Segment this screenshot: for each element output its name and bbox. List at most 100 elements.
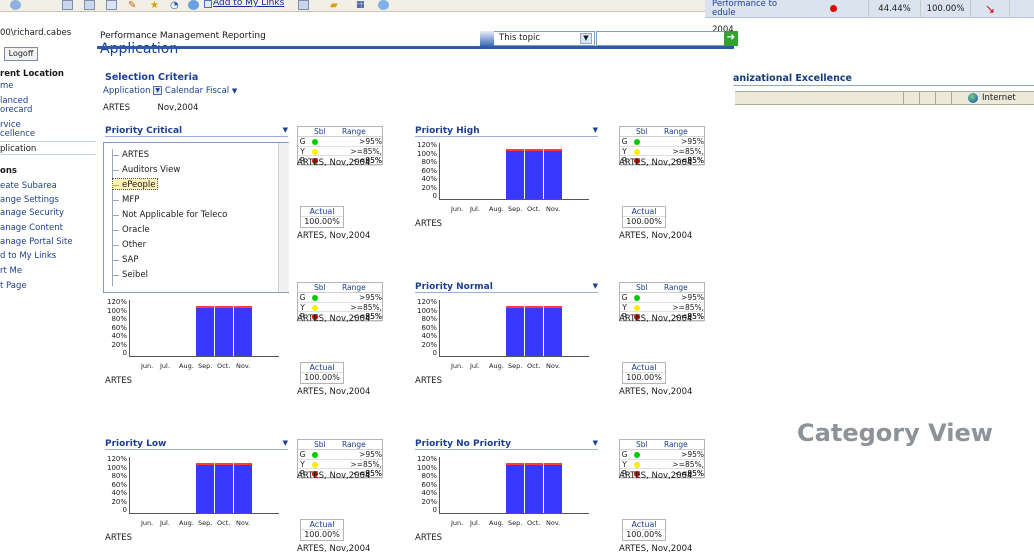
data-bar[interactable] (215, 462, 233, 513)
threshold-letter: Y (300, 146, 305, 156)
data-bar[interactable] (506, 305, 524, 356)
data-bar[interactable] (196, 305, 214, 356)
nav-link-application[interactable]: plication (0, 141, 96, 155)
chevron-down-icon[interactable]: ▼ (593, 282, 598, 290)
nav-action[interactable]: anage Content (0, 223, 63, 233)
threshold-row: G >95% (298, 450, 382, 460)
y-tick-label: 80% (111, 472, 127, 480)
chevron-down-icon[interactable]: ▼ (593, 126, 598, 134)
chevron-down-icon[interactable]: ▼ (580, 33, 592, 44)
back-icon[interactable] (10, 0, 21, 10)
y-tick-label: 0 (432, 506, 437, 514)
application-tree[interactable]: ARTES Auditors View ePeople MFP Not Appl… (103, 142, 289, 293)
chevron-down-icon[interactable]: ▼ (283, 126, 288, 134)
y-tick-label: 80% (421, 315, 437, 323)
y-axis (129, 300, 130, 356)
tree-item[interactable]: Auditors View (112, 165, 180, 175)
y-tick-label: 0 (432, 192, 437, 200)
nav-action[interactable]: anage Portal Site (0, 237, 73, 247)
data-bar[interactable] (525, 462, 543, 513)
history-icon[interactable]: ◔ (170, 0, 181, 11)
sbl-header: Sbl (636, 283, 648, 292)
actual-caption: ARTES, Nov,2004 (619, 544, 693, 554)
page-icon[interactable] (84, 0, 95, 10)
x-tick-label: Oct. (217, 362, 231, 370)
range-header: Range (342, 127, 366, 136)
y-tick-label: 20% (421, 183, 437, 192)
y-axis (439, 300, 440, 356)
tree-item[interactable]: Not Applicable for Teleco (112, 210, 227, 220)
actual-value: 100.00% (304, 530, 340, 539)
performance-link[interactable]: Performance to edule (712, 0, 822, 18)
y-tick-label: 0 (122, 349, 127, 357)
tree-item[interactable]: Oracle (112, 225, 150, 235)
category-view-label: Category View (797, 419, 993, 447)
y-tick-label: 100% (106, 306, 127, 315)
data-bar[interactable] (234, 462, 252, 513)
range-header: Range (664, 440, 688, 449)
actual-box: Actual 100.00% (622, 206, 666, 228)
nav-action[interactable]: eate Subarea (0, 181, 57, 191)
nav-action[interactable]: rt Me (0, 266, 22, 276)
tree-item-selected[interactable]: ePeople (112, 180, 155, 190)
tree-scrollbar[interactable] (278, 143, 289, 292)
y-tick-label: 20% (111, 497, 127, 506)
refresh-icon[interactable] (188, 0, 199, 10)
y-tick-label: 60% (421, 323, 437, 332)
search-go-button[interactable]: ➔ (724, 31, 738, 46)
x-tick-label: Aug. (489, 362, 504, 370)
status-dot-icon (634, 139, 640, 145)
mail-icon[interactable] (106, 0, 117, 10)
user-name: 00\richard.cabes (0, 28, 72, 38)
range-header: Range (664, 283, 688, 292)
chevron-down-icon[interactable]: ▼ (593, 439, 598, 447)
logoff-button[interactable]: Logoff (4, 47, 38, 61)
chevron-down-icon[interactable]: ▼ (283, 439, 288, 447)
calendar-filter-label[interactable]: Calendar Fiscal (165, 86, 229, 96)
favorites-icon[interactable]: ★ (150, 0, 161, 11)
x-tick-label: Sep. (508, 362, 523, 370)
tree-item[interactable]: MFP (112, 195, 139, 205)
tree-item[interactable]: Other (112, 240, 146, 250)
tree-item[interactable]: ARTES (112, 150, 149, 160)
data-bar[interactable] (506, 148, 524, 199)
nav-action[interactable]: d to My Links (0, 251, 56, 261)
actual-value: 100.00% (626, 530, 662, 539)
nav-action[interactable]: t Page (0, 281, 27, 291)
nav-link-home[interactable]: me (0, 81, 14, 91)
nav-link-excellence[interactable]: cellence (0, 129, 35, 139)
edit-icon[interactable]: ✎ (128, 0, 139, 11)
tools-icon[interactable] (298, 0, 309, 10)
chevron-down-icon[interactable]: ▼ (232, 87, 237, 95)
nav-action[interactable]: anage Security (0, 208, 64, 218)
data-bar[interactable] (196, 462, 214, 513)
tree-item[interactable]: Seibel (112, 270, 148, 280)
search-input[interactable] (596, 31, 726, 46)
threshold-row: G >95% (298, 293, 382, 303)
tree-item[interactable]: SAP (112, 255, 139, 265)
grid-icon[interactable]: ▦ (356, 0, 367, 10)
application-filter-label[interactable]: Application (103, 86, 151, 96)
data-bar[interactable] (525, 305, 543, 356)
print-icon[interactable] (62, 0, 73, 10)
performance-bar-chart: 120% 100% 80% 60% 40% 20% 0 Jun. Jul. Aug. Sep. Oct… (415, 141, 590, 213)
chevron-down-icon[interactable]: ▼ (153, 86, 163, 95)
nav-link-scorecard[interactable]: orecard (0, 105, 32, 115)
pct-cell: 100.00% (920, 0, 970, 18)
data-bar[interactable] (544, 148, 562, 199)
data-bar[interactable] (215, 305, 233, 356)
add-to-my-links-link[interactable]: Add to My Links (213, 0, 284, 8)
globe-small-icon[interactable] (378, 0, 389, 10)
data-bar[interactable] (544, 462, 562, 513)
data-bar[interactable] (234, 305, 252, 356)
nav-action[interactable]: ange Settings (0, 195, 59, 205)
org-excellence-label: anizational Excellence (733, 73, 1034, 86)
data-bar[interactable] (506, 462, 524, 513)
x-tick-label: Jun. (141, 519, 154, 527)
threshold-letter: Y (622, 459, 627, 469)
y-tick-label: 80% (421, 158, 437, 166)
status-dot-icon (312, 148, 318, 155)
data-bar[interactable] (544, 305, 562, 356)
data-bar[interactable] (525, 148, 543, 199)
folder-icon[interactable]: ▰ (330, 0, 341, 11)
